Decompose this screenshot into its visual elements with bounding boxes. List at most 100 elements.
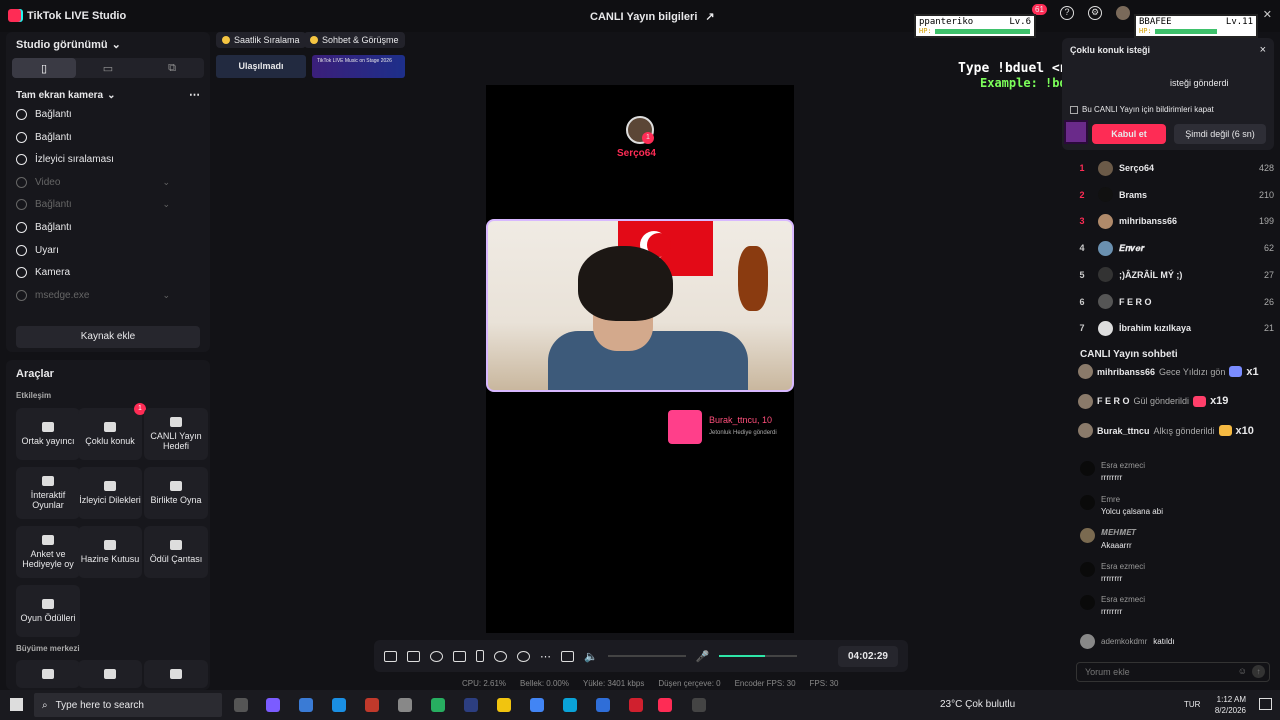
music-on-stage-banner[interactable]: TikTok LIVE Music on Stage 2026 <box>312 55 405 78</box>
tool-item[interactable]: Anket ve Hediyeyle oy <box>16 526 80 578</box>
source-item[interactable]: Kamera <box>16 267 200 279</box>
tool-item[interactable]: İzleyici Dilekleri <box>78 467 142 519</box>
tool-item[interactable]: CANLI Yayın Hedefi <box>144 408 208 460</box>
tool-label: Hazine Kutusu <box>80 554 140 564</box>
tool-item[interactable]: Hazine Kutusu <box>78 526 142 578</box>
notification-center-icon[interactable] <box>1259 698 1272 710</box>
ranking-row[interactable]: 5 ;)ÂZRÂİL MÝ ;) 27 <box>1072 262 1274 288</box>
source-item[interactable]: msedge.exe ⌄ <box>16 289 200 301</box>
live-studio-window: TikTok LIVE Studio CANLI Yayın bilgileri… <box>0 0 1280 690</box>
scene-dropdown[interactable]: Tam ekran kamera ⌄ <box>16 90 115 101</box>
comment-placeholder: Yorum ekle <box>1085 667 1130 677</box>
ranking-row[interactable]: 7 İbrahim kızılkaya 21 <box>1072 315 1274 341</box>
app-icon-blue[interactable] <box>596 698 610 712</box>
adjust-sliders-icon[interactable] <box>561 650 574 662</box>
accept-button[interactable]: Kabul et <box>1092 124 1166 144</box>
portrait-icon[interactable] <box>476 650 484 662</box>
rank-number: 6 <box>1079 296 1085 307</box>
chat-meet-chip[interactable]: Sohbet & Görüşme <box>304 32 405 48</box>
emoji-icon[interactable]: ☺ <box>1238 666 1247 676</box>
more-options-icon[interactable]: ⋯ <box>189 88 200 101</box>
source-item[interactable]: İzleyici sıralaması <box>16 154 200 166</box>
opera-icon[interactable] <box>629 698 643 712</box>
tiktok-live-studio-icon[interactable] <box>658 698 672 712</box>
windows-start-icon[interactable] <box>10 698 23 711</box>
studio-view-dropdown[interactable]: Studio görünümü ⌄ <box>16 38 121 52</box>
copilot-icon[interactable] <box>266 698 280 712</box>
tool-item[interactable]: Çoklu konuk 1 <box>78 403 146 460</box>
weather-widget[interactable]: 23°C Çok bulutlu <box>940 699 1015 710</box>
ranking-row[interactable]: 3 mihribanss66 199 <box>1072 208 1274 234</box>
store-icon[interactable] <box>299 698 313 712</box>
mail-icon[interactable] <box>332 698 346 712</box>
help-icon[interactable]: ? <box>1060 6 1074 20</box>
ranking-row[interactable]: 4 𝑬𝒏𝒗𝒆𝒓 62 <box>1072 235 1274 261</box>
growth-tool-1[interactable] <box>16 660 80 688</box>
live-info-button[interactable]: CANLI Yayın bilgileri ↗ <box>590 10 715 24</box>
chevron-down-icon[interactable]: ⌄ <box>162 199 170 210</box>
chat-text: rrrrrrrr <box>1101 607 1123 616</box>
source-item[interactable]: Bağlantı <box>16 131 200 143</box>
send-icon[interactable]: ↑ <box>1252 665 1265 678</box>
add-scene-icon[interactable] <box>453 650 466 662</box>
obs-icon[interactable] <box>692 698 706 712</box>
app-icon-gray[interactable] <box>398 698 412 712</box>
mute-notifications-checkbox[interactable]: Bu CANLI Yayın için bildirimleri kapat <box>1070 105 1214 114</box>
chevron-down-icon[interactable]: ⌄ <box>162 177 170 188</box>
settings-gear-icon[interactable]: ⚙ <box>1088 6 1102 20</box>
chat-title: CANLI Yayın sohbeti <box>1080 349 1178 360</box>
add-source-button[interactable]: Kaynak ekle <box>16 326 200 348</box>
close-icon[interactable]: × <box>1260 44 1266 56</box>
chrome-icon[interactable] <box>530 698 544 712</box>
mic-level-slider[interactable] <box>719 655 798 657</box>
file-explorer-icon[interactable] <box>497 698 511 712</box>
taskbar-search[interactable]: ⌕ Type here to search <box>34 693 222 717</box>
ranking-row[interactable]: 1 Serço64 428 <box>1072 155 1274 181</box>
app-icon-red[interactable] <box>365 698 379 712</box>
beauty-icon[interactable] <box>430 650 443 662</box>
app-icon-green[interactable] <box>431 698 445 712</box>
dual-layout-icon[interactable]: ⧉ <box>140 58 204 78</box>
ranking-row[interactable]: 2 Brams 210 <box>1072 182 1274 208</box>
clock[interactable]: 1:12 AM 8/2/2026 <box>1215 694 1246 716</box>
more-icon[interactable]: ⋯ <box>540 650 551 663</box>
edge-icon[interactable] <box>563 698 577 712</box>
growth-tool-2[interactable] <box>78 660 142 688</box>
profile-avatar[interactable] <box>1116 6 1130 20</box>
camera-switch-icon[interactable] <box>517 650 530 662</box>
record-icon[interactable] <box>494 650 507 662</box>
effects-icon[interactable] <box>407 650 420 662</box>
landscape-layout-icon[interactable]: ▭ <box>76 58 140 78</box>
not-now-button[interactable]: Şimdi değil (6 sn) <box>1174 124 1266 144</box>
ranking-row[interactable]: 6 F E R O 26 <box>1072 289 1274 315</box>
source-item[interactable]: Video ⌄ <box>16 176 200 188</box>
hourly-ranking-chip[interactable]: Saatlik Sıralama <box>216 32 306 48</box>
language-indicator[interactable]: TUR <box>1184 700 1200 709</box>
unreached-goal-badge[interactable]: Ulaşılmadı <box>216 55 306 78</box>
source-item[interactable]: Bağlantı <box>16 109 200 120</box>
portrait-layout-icon[interactable]: ▯ <box>12 58 76 78</box>
comment-input[interactable]: Yorum ekle ☺ ↑ <box>1076 662 1270 682</box>
tool-item[interactable]: İnteraktif Oyunlar <box>16 467 80 519</box>
speaker-icon[interactable]: 🔈 <box>584 650 598 663</box>
growth-tool-3[interactable] <box>144 660 208 688</box>
app-icon-navy[interactable] <box>464 698 478 712</box>
source-label: Kamera <box>35 267 71 279</box>
camera-feed[interactable] <box>486 219 794 392</box>
gift-multiplier: x10 <box>1235 424 1254 437</box>
microphone-icon[interactable]: 🎤 <box>696 650 710 663</box>
tool-item[interactable]: Ortak yayıncı <box>16 408 80 460</box>
tool-item[interactable]: Ödül Çantası <box>144 526 208 578</box>
tool-item[interactable]: Birlikte Oyna <box>144 467 208 519</box>
chevron-down-icon[interactable]: ⌄ <box>162 290 170 301</box>
volume-slider[interactable] <box>607 655 686 657</box>
close-window-icon[interactable]: ✕ <box>1263 8 1272 21</box>
tool-item[interactable]: Oyun Ödülleri <box>16 585 80 637</box>
magic-wand-icon[interactable] <box>384 650 397 662</box>
top-gifter-name: Serço64 <box>617 148 656 159</box>
source-item[interactable]: Bağlantı ⌄ <box>16 199 200 211</box>
source-item[interactable]: Bağlantı <box>16 222 200 233</box>
gift-icon <box>668 410 702 444</box>
task-view-icon[interactable] <box>234 698 248 712</box>
source-item[interactable]: Uyarı <box>16 244 200 256</box>
